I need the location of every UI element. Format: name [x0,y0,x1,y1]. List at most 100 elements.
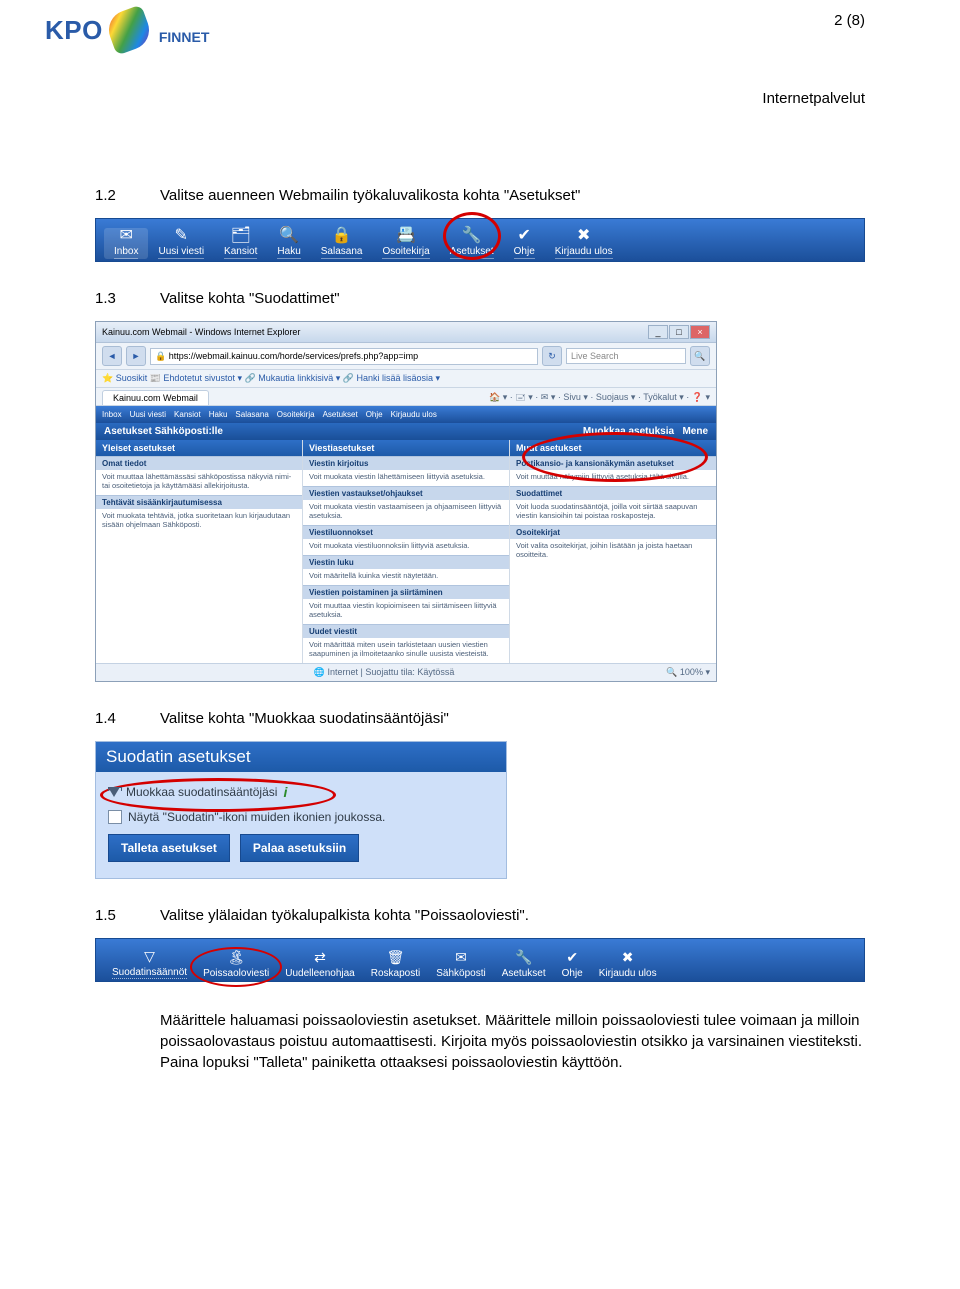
col-sub[interactable]: Viestin luku [303,555,509,569]
tb2-settings[interactable]: 🔧 Asetukset [494,949,554,979]
browser-addressbar: ◄ ► 🔒 https://webmail.kainuu.com/horde/s… [96,343,716,370]
step-1-2: 1.2 Valitse auenneen Webmailin työkaluva… [95,187,865,204]
browser-title: Kainuu.com Webmail - Windows Internet Ex… [102,327,300,337]
doc-header: Internetpalvelut [95,90,865,107]
subheader-right: Muokkaa asetuksia Mene [583,426,708,437]
col-sub[interactable]: Omat tiedot [96,456,302,470]
wrench-icon: 🔧 [462,228,482,244]
show-filter-icon-option[interactable]: Näytä "Suodatin"-ikoni muiden ikonien jo… [108,810,494,824]
panel-body: Muokkaa suodatinsääntöjäsi i Näytä "Suod… [96,772,506,878]
tb2-label: Suodatinsäännöt [112,967,187,979]
tb2-label: Poissaoloviesti [203,968,269,979]
col-sub[interactable]: Uudet viestit [303,624,509,638]
step-text: Valitse auenneen Webmailin työkaluvaliko… [160,187,865,204]
webmail-toolbar: ✉ Inbox ✎ Uusi viesti 🗂 Kansiot 🔍 Haku 🔒… [95,218,865,262]
tb-settings[interactable]: 🔧 Asetukset [440,228,504,259]
tb2-label: Kirjaudu ulos [599,968,657,979]
col-sub[interactable]: Viestin kirjoitus [303,456,509,470]
tb2-label: Asetukset [502,968,546,979]
col-sub[interactable]: Postikansio- ja kansionäkymän asetukset [510,456,716,470]
tb-label: Kirjaudu ulos [555,246,613,259]
step-num: 1.5 [95,907,160,924]
step-text: Valitse ylälaidan työkalupalkista kohta … [160,907,865,924]
kpo-text: KPO [45,15,103,46]
tb-inbox[interactable]: ✉ Inbox [104,228,148,259]
col-head: Yleiset asetukset [96,440,302,456]
minimize-icon[interactable]: _ [648,325,668,339]
browser-tab[interactable]: Kainuu.com Webmail [102,390,209,405]
tb-addressbook[interactable]: 📇 Osoitekirja [372,228,439,259]
page-number: 2 (8) [834,12,865,29]
maximize-icon[interactable]: □ [669,325,689,339]
tb2-vacation[interactable]: 🏝 Poissaoloviesti [195,949,277,979]
filter-toolbar: ▽ Suodatinsäännöt 🏝 Poissaoloviesti ⇄ Uu… [95,938,865,982]
tb-btn[interactable]: Asetukset [323,410,358,419]
panel-buttons: Talleta asetukset Palaa asetuksiin [108,834,494,862]
tb-search[interactable]: 🔍 Haku [267,228,310,259]
tb-help[interactable]: ✔ Ohje [504,228,545,259]
folder-icon: 🗂 [231,228,251,244]
tb-password[interactable]: 🔒 Salasana [311,228,373,259]
tb-folders[interactable]: 🗂 Kansiot [214,228,267,259]
vacation-icon: 🏝 [227,949,245,966]
status-zoom[interactable]: 🔍 100% ▾ [666,667,710,678]
col-sub[interactable]: Viestien poistaminen ja siirtäminen [303,585,509,599]
tb2-spam[interactable]: 🗑 Roskaposti [363,949,428,979]
back-button[interactable]: ◄ [102,346,122,366]
search-field[interactable]: Live Search [566,348,686,364]
col-sub[interactable]: Osoitekirjat [510,525,716,539]
col-messages: Viestiasetukset Viestin kirjoitus Voit m… [303,440,510,663]
col-sub[interactable]: Viestien vastaukset/ohjaukset [303,486,509,500]
trash-icon: 🗑 [387,949,405,966]
addressbook-icon: 📇 [396,228,416,244]
col-text: Voit muokata viestin vastaamiseen ja ohj… [303,500,509,525]
funnel-icon: ▽ [144,948,155,965]
close-icon: ✖ [622,949,634,966]
refresh-button[interactable]: ↻ [542,346,562,366]
tb2-logout[interactable]: ✖ Kirjaudu ulos [591,949,665,979]
tb-label: Haku [277,246,300,259]
tb-btn[interactable]: Kansiot [174,410,201,419]
col-sub-filters[interactable]: Suodattimet [510,486,716,500]
tb2-help[interactable]: ✔ Ohje [554,949,591,979]
tb2-redirect[interactable]: ⇄ Uudelleenohjaa [277,949,363,979]
search-go-button[interactable]: 🔍 [690,346,710,366]
mail-icon: ✉ [120,228,133,244]
tb-logout[interactable]: ✖ Kirjaudu ulos [545,228,623,259]
save-settings-button[interactable]: Talleta asetukset [108,834,230,862]
tb-btn[interactable]: Haku [209,410,228,419]
tb-btn[interactable]: Salasana [235,410,268,419]
tb2-label: Sähköposti [436,968,485,979]
col-text: Voit määrittää miten usein tarkistetaan … [303,638,509,663]
check-icon: ✔ [518,228,531,244]
info-icon: i [283,784,287,800]
tb-btn[interactable]: Osoitekirja [277,410,315,419]
step-num: 1.3 [95,290,160,307]
row-text: Muokkaa suodatinsääntöjäsi [126,785,277,799]
col-text: Voit muuttaa näkymiin liittyviä asetuksi… [510,470,716,486]
browser-statusbar: 🌐 Internet | Suojattu tila: Käytössä 🔍 1… [96,663,716,681]
url-field[interactable]: 🔒 https://webmail.kainuu.com/horde/servi… [150,348,538,365]
col-sub[interactable]: Viestiluonnokset [303,525,509,539]
tb-btn[interactable]: Uusi viesti [130,410,166,419]
tb-label: Osoitekirja [382,246,429,259]
tb-btn[interactable]: Ohje [366,410,383,419]
funnel-icon [108,787,120,797]
tb2-email[interactable]: ✉ Sähköposti [428,949,493,979]
close-icon[interactable]: × [690,325,710,339]
tb-label: Asetukset [450,246,494,259]
checkbox[interactable] [108,810,122,824]
close-icon: ✖ [577,228,590,244]
edit-filter-rules-link[interactable]: Muokkaa suodatinsääntöjäsi i [108,784,494,800]
tb-new-message[interactable]: ✎ Uusi viesti [148,228,214,259]
forward-button[interactable]: ► [126,346,146,366]
col-text: Voit määritellä kuinka viestit näytetään… [303,569,509,585]
tb2-filter-rules[interactable]: ▽ Suodatinsäännöt [104,948,195,979]
tb-btn[interactable]: Kirjaudu ulos [391,410,437,419]
tb-btn[interactable]: Inbox [102,410,122,419]
col-sub[interactable]: Tehtävät sisäänkirjautumisessa [96,495,302,509]
window-buttons: _□× [647,325,710,339]
back-to-settings-button[interactable]: Palaa asetuksiin [240,834,359,862]
step-num: 1.4 [95,710,160,727]
filter-settings-panel: Suodatin asetukset Muokkaa suodatinsäänt… [95,741,507,879]
